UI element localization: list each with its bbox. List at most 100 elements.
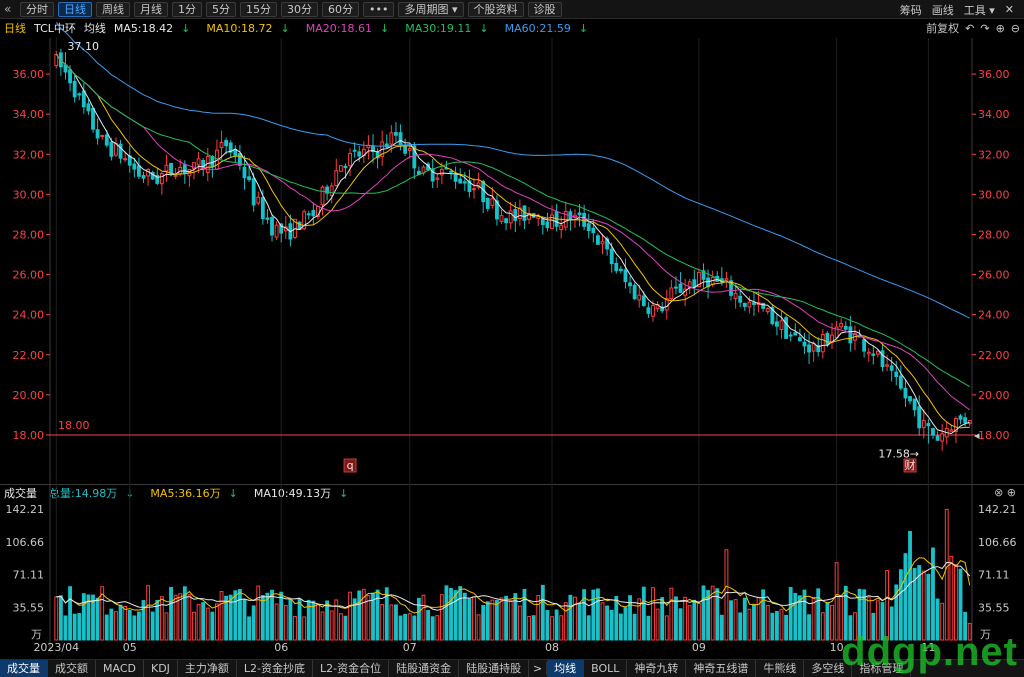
candle-body	[591, 227, 596, 234]
candle-body	[72, 80, 77, 98]
volume-bar	[958, 568, 963, 641]
indicator-tab[interactable]: 多空线	[804, 660, 853, 677]
volume-bar	[724, 549, 729, 641]
volume-bar	[508, 600, 513, 641]
volume-bar	[412, 615, 417, 641]
volume-bar	[302, 616, 307, 641]
indicator-tab[interactable]: 神奇五线谱	[686, 660, 757, 677]
candle-body	[651, 305, 655, 317]
overlay-tabs-right: 均线 BOLL 神奇九转 神奇五线谱 牛熊线 多空线 指标管理	[547, 660, 912, 677]
ytick-label-right: 28.00	[978, 228, 1010, 241]
volume-bar	[490, 599, 495, 641]
volume-bar	[325, 600, 330, 641]
volume-bar	[316, 604, 320, 641]
indicator-tab[interactable]: 均线	[547, 660, 585, 677]
candle-body	[641, 295, 646, 306]
candle-body	[306, 213, 311, 216]
candle-body	[669, 287, 674, 300]
ytick-label-left: 34.00	[13, 108, 45, 121]
volume-bar	[81, 593, 86, 641]
volume-bar	[655, 608, 660, 641]
candle-body	[862, 339, 867, 352]
indicator-tab[interactable]: 陆股通资金	[389, 660, 460, 677]
volume-bar	[274, 603, 279, 641]
candle-body	[628, 282, 632, 287]
vol-ytick-label-right: 71.11	[978, 569, 1010, 582]
scroll-right-arrow[interactable]: >	[529, 662, 548, 675]
indicator-tab[interactable]: 指标管理	[852, 660, 912, 677]
vol-ytick-label-right: 106.66	[978, 536, 1017, 549]
candle-body	[472, 188, 476, 191]
candle-body	[733, 292, 738, 299]
volume-bar	[435, 615, 440, 641]
candle-body	[926, 423, 931, 427]
candle-body	[623, 269, 628, 283]
volume-bar	[687, 605, 692, 641]
volume-bar	[577, 603, 582, 641]
indicator-tab[interactable]: 陆股通持股	[459, 660, 530, 677]
volume-bar	[641, 586, 646, 641]
volume-bar	[104, 614, 109, 641]
indicator-tab[interactable]: L2-资金抄底	[237, 660, 314, 677]
volume-bar	[136, 611, 141, 641]
volume-bar	[807, 614, 811, 641]
candle-body	[270, 217, 274, 236]
volume-bar	[407, 613, 412, 641]
candle-body	[595, 235, 600, 245]
kline-chart[interactable]: 36.00 36.00 34.00 34.00 32.00 32.00 30.00 30.00…	[0, 0, 1024, 659]
indicator-tab[interactable]: MACD	[96, 660, 144, 677]
volume-bar	[848, 615, 853, 641]
volume-bar	[481, 604, 486, 641]
candle-body	[600, 240, 605, 245]
xtick-label: 2023/04	[33, 641, 79, 654]
candle-body	[765, 308, 770, 313]
volume-bar	[159, 596, 164, 641]
volume-bar	[921, 570, 926, 641]
indicator-tab[interactable]: 神奇九转	[627, 660, 687, 677]
candle-body	[747, 301, 752, 308]
ytick-label-left: 20.00	[13, 389, 45, 402]
candle-body	[458, 178, 463, 184]
indicator-tab[interactable]: KDJ	[144, 660, 178, 677]
indicator-tab[interactable]: 牛熊线	[756, 660, 805, 677]
ma20-line	[55, 54, 971, 411]
indicator-tab[interactable]: 成交额	[48, 660, 96, 677]
candle-body	[398, 132, 403, 146]
volume-bar	[215, 603, 219, 641]
candle-body	[329, 185, 334, 196]
candle-body	[334, 170, 339, 187]
ytick-label-left: 26.00	[13, 269, 45, 282]
candle-body	[403, 145, 408, 154]
volume-bar	[210, 611, 215, 641]
volume-bar	[903, 553, 908, 641]
volume-bar	[696, 603, 701, 641]
candle-body	[311, 209, 316, 217]
candle-body	[898, 375, 903, 389]
indicator-tab[interactable]: BOLL	[584, 660, 628, 677]
volume-bar	[297, 598, 302, 641]
candle-body	[224, 140, 229, 147]
indicator-tab[interactable]: 主力净额	[178, 660, 237, 677]
volume-bar	[476, 614, 481, 641]
volume-bar	[192, 611, 196, 641]
indicator-tab[interactable]: L2-资金合位	[313, 660, 390, 677]
volume-bar	[853, 612, 857, 641]
volume-bar	[605, 605, 610, 641]
candle-body	[949, 429, 954, 432]
volume-bar	[517, 605, 522, 641]
indicator-tab[interactable]: 成交量	[0, 660, 48, 677]
volume-bar	[729, 600, 733, 641]
candle-body	[164, 164, 169, 172]
volume-bar	[270, 589, 274, 641]
volume-bar	[237, 589, 242, 641]
candle-body	[100, 134, 105, 137]
volume-bar	[343, 615, 348, 641]
volume-bar	[63, 615, 68, 641]
candle-body	[251, 178, 256, 206]
volume-bar	[811, 596, 816, 641]
volume-bar	[467, 598, 472, 641]
candle-body	[674, 286, 678, 289]
candle-body	[678, 283, 683, 293]
volume-bar	[669, 587, 674, 641]
volume-bar	[908, 530, 912, 641]
